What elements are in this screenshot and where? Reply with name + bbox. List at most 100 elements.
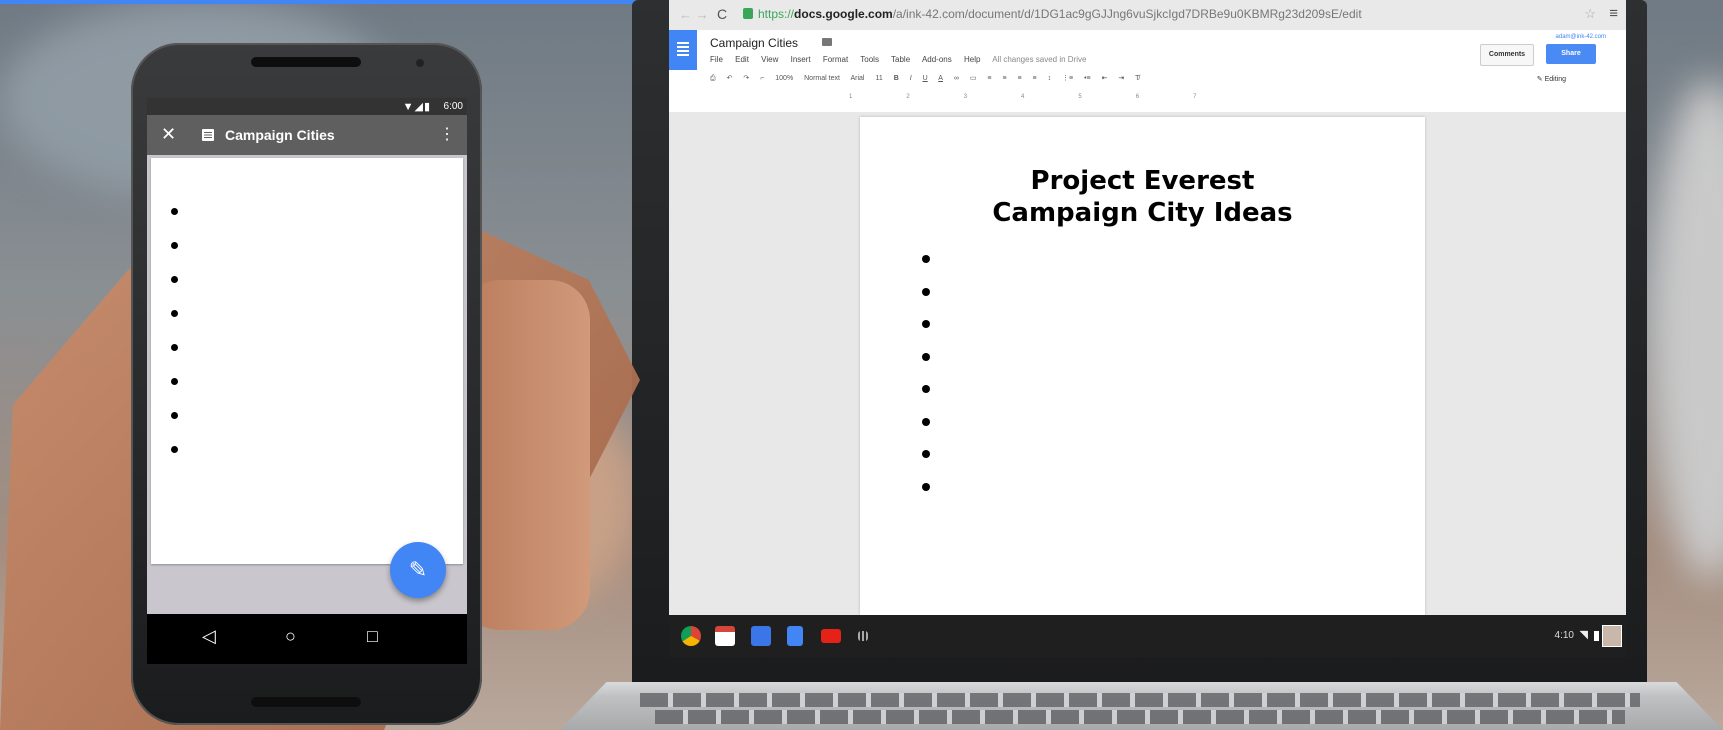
share-button[interactable]: Share xyxy=(1546,44,1596,64)
list-item-bullet[interactable] xyxy=(171,276,178,283)
menu-help[interactable]: Help xyxy=(964,55,980,64)
list-item-bullet[interactable] xyxy=(171,446,178,453)
lock-icon xyxy=(743,8,753,19)
signal-battery-icon: ▼◢▮ xyxy=(402,101,431,113)
phone-speaker xyxy=(251,57,361,67)
justify-icon[interactable]: ≡ xyxy=(1033,75,1037,82)
paint-format-icon[interactable]: ⌐ xyxy=(760,75,764,82)
status-bar: ▼◢▮ 6:00 xyxy=(147,98,467,115)
menu-tools[interactable]: Tools xyxy=(860,55,879,64)
list-item-bullet[interactable] xyxy=(171,344,178,351)
chrome-menu-icon[interactable]: ≡ xyxy=(1609,5,1618,22)
phone-document[interactable] xyxy=(151,158,463,564)
list-item-bullet[interactable] xyxy=(922,320,930,328)
home-icon[interactable]: ○ xyxy=(285,626,296,647)
increase-indent-icon[interactable]: ⇥ xyxy=(1118,75,1124,82)
style-select[interactable]: Normal text xyxy=(804,75,840,82)
italic-icon[interactable]: I xyxy=(910,75,912,82)
list-item-bullet[interactable] xyxy=(171,242,178,249)
bold-icon[interactable]: B xyxy=(894,75,899,82)
edit-fab-button[interactable]: ✎ xyxy=(390,542,446,598)
font-select[interactable]: Arial xyxy=(850,75,864,82)
recents-icon[interactable]: □ xyxy=(367,626,378,647)
google-plus-icon[interactable] xyxy=(751,626,771,646)
account-email[interactable]: adam@ink-42.com xyxy=(1556,34,1606,40)
align-center-icon[interactable]: ≡ xyxy=(1002,75,1006,82)
menu-format[interactable]: Format xyxy=(823,55,848,64)
document-heading: Project Everest Campaign City Ideas xyxy=(992,166,1293,228)
menu-edit[interactable]: Edit xyxy=(735,55,749,64)
laptop-screen: ← → C https://docs.google.com/a/ink-42.c… xyxy=(669,0,1626,657)
folder-icon[interactable] xyxy=(822,38,832,46)
print-icon[interactable]: ⎙ xyxy=(710,75,716,82)
list-item-bullet[interactable] xyxy=(922,352,930,361)
docs-icon[interactable] xyxy=(787,626,803,646)
ruler: 1234567 xyxy=(849,94,1251,100)
youtube-icon[interactable] xyxy=(821,629,841,643)
save-status: All changes saved in Drive xyxy=(992,55,1087,64)
docs-logo-icon[interactable] xyxy=(669,30,697,70)
align-right-icon[interactable]: ≡ xyxy=(1017,75,1021,82)
docs-doc-icon xyxy=(202,129,214,141)
comments-button[interactable]: Comments xyxy=(1480,44,1534,66)
bulleted-list-icon[interactable]: •≡ xyxy=(1084,75,1091,82)
phone-camera xyxy=(416,59,424,67)
undo-icon[interactable]: ↶ xyxy=(727,75,733,82)
docs-header: Campaign Cities File Edit View Insert Fo… xyxy=(669,30,1626,113)
app-bar: ✕ Campaign Cities ⋮ xyxy=(147,115,467,155)
list-item-bullet[interactable] xyxy=(922,385,930,393)
phone-screen: ▼◢▮ 6:00 ✕ Campaign Cities ⋮ ✎ ◁ ○ □ xyxy=(147,98,467,664)
list-item-bullet[interactable] xyxy=(171,208,178,215)
align-left-icon[interactable]: ≡ xyxy=(987,75,991,82)
document-page[interactable]: Project Everest Campaign City Ideas xyxy=(860,117,1425,615)
back-forward-icon[interactable]: ← → xyxy=(679,7,709,22)
address-bar[interactable]: https://docs.google.com/a/ink-42.com/doc… xyxy=(758,7,1362,21)
status-time: 6:00 xyxy=(443,101,463,112)
document-title[interactable]: Campaign Cities xyxy=(710,36,798,50)
document-canvas: Project Everest Campaign City Ideas xyxy=(669,112,1626,615)
redo-icon[interactable]: ↷ xyxy=(743,75,749,82)
list-item-bullet[interactable] xyxy=(922,417,930,426)
app-launcher-icon[interactable] xyxy=(858,631,868,641)
list-item-bullet[interactable] xyxy=(171,310,178,317)
phone-speaker-bottom xyxy=(251,697,361,707)
app-title: Campaign Cities xyxy=(225,127,335,143)
decrease-indent-icon[interactable]: ⇤ xyxy=(1102,75,1108,82)
clear-format-icon[interactable]: T̸ xyxy=(1135,75,1139,82)
menu-table[interactable]: Table xyxy=(891,55,910,64)
gmail-icon[interactable] xyxy=(715,626,735,646)
text-color-icon[interactable]: A xyxy=(938,75,943,82)
reload-icon[interactable]: C xyxy=(717,6,727,22)
font-size-select[interactable]: 11 xyxy=(875,75,882,82)
android-nav-bar: ◁ ○ □ xyxy=(147,614,467,664)
list-item-bullet[interactable] xyxy=(171,378,178,385)
avatar[interactable] xyxy=(1602,625,1622,647)
link-icon[interactable]: ∞ xyxy=(954,75,959,82)
wifi-icon[interactable]: ◥ xyxy=(1580,628,1588,641)
underline-icon[interactable]: U xyxy=(923,75,928,82)
clock[interactable]: 4:10 xyxy=(1555,630,1574,641)
list-item-bullet[interactable] xyxy=(922,450,930,458)
list-item-bullet[interactable] xyxy=(922,287,930,296)
battery-icon[interactable] xyxy=(1594,631,1599,641)
line-spacing-icon[interactable]: ↕ xyxy=(1048,75,1052,82)
list-item-bullet[interactable] xyxy=(922,255,930,263)
menu-file[interactable]: File xyxy=(710,55,723,64)
bookmark-star-icon[interactable]: ☆ xyxy=(1584,6,1596,22)
list-item-bullet[interactable] xyxy=(171,412,178,419)
keyboard-row xyxy=(655,710,1625,724)
menu-view[interactable]: View xyxy=(761,55,778,64)
close-icon[interactable]: ✕ xyxy=(161,124,176,145)
more-vert-icon[interactable]: ⋮ xyxy=(439,124,455,144)
back-icon[interactable]: ◁ xyxy=(202,626,216,647)
chrome-icon[interactable] xyxy=(681,626,701,646)
menu-addons[interactable]: Add-ons xyxy=(922,55,952,64)
chromeos-shelf: 4:10 ◥ xyxy=(669,615,1626,657)
zoom-select[interactable]: 100% xyxy=(775,75,793,82)
editing-mode[interactable]: ✎ Editing xyxy=(1537,75,1566,83)
browser-toolbar: ← → C https://docs.google.com/a/ink-42.c… xyxy=(669,0,1626,31)
numbered-list-icon[interactable]: ⋮≡ xyxy=(1062,75,1073,82)
list-item-bullet[interactable] xyxy=(922,482,930,491)
comment-icon[interactable]: ▭ xyxy=(970,75,977,82)
menu-insert[interactable]: Insert xyxy=(791,55,811,64)
